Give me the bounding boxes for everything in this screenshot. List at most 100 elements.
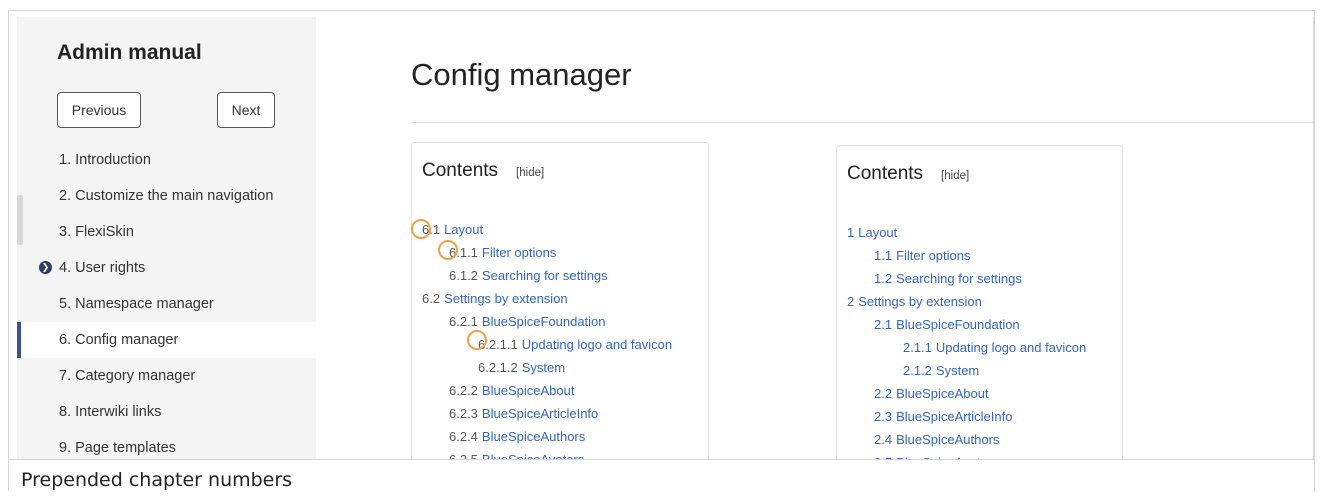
toc-entry[interactable]: 6.1 Layout	[422, 223, 672, 246]
toc-link[interactable]: BlueSpiceFoundation	[896, 317, 1020, 332]
toc-number: 6.1.2	[449, 268, 478, 283]
sidebar-nav-list: 1. Introduction 2. Customize the main na…	[17, 142, 316, 466]
toc-link[interactable]: Filter options	[482, 245, 556, 260]
toc-number: 6.2.1.1	[478, 337, 518, 352]
expand-arrow-icon[interactable]: ❯	[39, 261, 52, 274]
toc-link[interactable]: Settings by extension	[444, 291, 568, 306]
sidebar-item-label: 8. Interwiki links	[59, 404, 162, 420]
sidebar-item-label: 6. Config manager	[59, 332, 179, 348]
toc-entry[interactable]: 2.1.2 System	[847, 364, 1086, 387]
toc-link[interactable]: Filter options	[896, 248, 970, 263]
sidebar-item-user-rights[interactable]: ❯ 4. User rights	[17, 250, 316, 286]
toc-header: Contents [hide]	[847, 163, 969, 185]
toc-link[interactable]: System	[936, 363, 979, 378]
toc-number: 6.2	[422, 291, 441, 306]
sidebar-item-label: 7. Category manager	[59, 368, 196, 384]
toc-number: 6.2.1.2	[478, 360, 518, 375]
toc-entry[interactable]: 1.1 Filter options	[847, 249, 1086, 272]
toc-entry[interactable]: 1.2 Searching for settings	[847, 272, 1086, 295]
toc-entry[interactable]: 1 Layout	[847, 226, 1086, 249]
toc-entry[interactable]: 2.1.1 Updating logo and favicon	[847, 341, 1086, 364]
toc-standard: Contents [hide] 1 Layout 1.1 Filter option…	[836, 145, 1123, 467]
toc-number: 2.1.2	[903, 363, 932, 378]
toc-prepended: Contents [hide] 6.1 Layout 6.1.1 Filter op…	[411, 142, 709, 467]
toc-list: 1 Layout 1.1 Filter options 1.2 Searching f…	[847, 226, 1086, 468]
sidebar: Admin manual Previous Next 1. Introducti…	[17, 17, 316, 467]
sidebar-item-flexiskin[interactable]: 3. FlexiSkin	[17, 214, 316, 250]
toc-entry[interactable]: 6.1.2 Searching for settings	[422, 269, 672, 292]
toc-list: 6.1 Layout 6.1.1 Filter options 6.1.2 Searc…	[422, 223, 672, 467]
toc-link[interactable]: BlueSpiceArticleInfo	[896, 409, 1012, 424]
previous-button[interactable]: Previous	[57, 92, 141, 128]
toc-header: Contents [hide]	[422, 160, 544, 182]
toc-hide-toggle[interactable]: [hide]	[516, 167, 544, 179]
toc-entry[interactable]: 2 Settings by extension	[847, 295, 1086, 318]
screenshot-edge	[1313, 17, 1314, 467]
toc-entry[interactable]: 6.2 Settings by extension	[422, 292, 672, 315]
toc-number: 2.3	[874, 409, 893, 424]
sidebar-item-label: 1. Introduction	[59, 152, 151, 168]
toc-number: 2.2	[874, 386, 893, 401]
toc-entry[interactable]: 6.1.1 Filter options	[422, 246, 672, 269]
toc-link[interactable]: Settings by extension	[858, 294, 982, 309]
toc-number: 2.4	[874, 432, 893, 447]
toc-number: 6.1	[422, 222, 441, 237]
toc-link[interactable]: BlueSpiceAbout	[482, 383, 575, 398]
figure-caption: Prepended chapter numbers	[21, 469, 293, 491]
toc-number: 2.1	[874, 317, 893, 332]
toc-link[interactable]: BlueSpiceArticleInfo	[482, 406, 598, 421]
toc-number: 6.2.2	[449, 383, 478, 398]
sidebar-item-interwiki-links[interactable]: 8. Interwiki links	[17, 394, 316, 430]
toc-link[interactable]: BlueSpiceFoundation	[482, 314, 606, 329]
sidebar-item-category-manager[interactable]: 7. Category manager	[17, 358, 316, 394]
sidebar-item-label: 4. User rights	[59, 260, 146, 276]
toc-link[interactable]: BlueSpiceAuthors	[482, 429, 585, 444]
toc-number: 1.2	[874, 271, 893, 286]
toc-entry[interactable]: 2.4 BlueSpiceAuthors	[847, 433, 1086, 456]
next-button[interactable]: Next	[217, 92, 275, 128]
title-divider	[411, 122, 1314, 123]
toc-entry[interactable]: 6.2.2 BlueSpiceAbout	[422, 384, 672, 407]
toc-number: 1.1	[874, 248, 893, 263]
toc-entry[interactable]: 6.2.4 BlueSpiceAuthors	[422, 430, 672, 453]
toc-entry[interactable]: 6.2.1 BlueSpiceFoundation	[422, 315, 672, 338]
toc-number: 2.1.1	[903, 340, 932, 355]
screenshot: Admin manual Previous Next 1. Introducti…	[9, 17, 1314, 467]
toc-entry[interactable]: 6.2.3 BlueSpiceArticleInfo	[422, 407, 672, 430]
toc-link[interactable]: BlueSpiceAbout	[896, 386, 989, 401]
toc-title: Contents	[847, 163, 924, 184]
caption-area: Prepended chapter numbers	[9, 459, 1314, 491]
toc-link[interactable]: Layout	[858, 225, 897, 240]
toc-entry[interactable]: 6.2.1.2 System	[422, 361, 672, 384]
toc-number: 6.1.1	[449, 245, 478, 260]
toc-number: 6.2.4	[449, 429, 478, 444]
toc-link[interactable]: BlueSpiceAuthors	[896, 432, 999, 447]
sidebar-item-namespace-manager[interactable]: 5. Namespace manager	[17, 286, 316, 322]
sidebar-title: Admin manual	[57, 41, 202, 64]
toc-link[interactable]: Updating logo and favicon	[522, 337, 672, 352]
sidebar-item-customize-navigation[interactable]: 2. Customize the main navigation	[17, 178, 316, 214]
toc-link[interactable]: Searching for settings	[482, 268, 608, 283]
sidebar-item-label: 3. FlexiSkin	[59, 224, 134, 240]
sidebar-item-label: 9. Page templates	[59, 440, 176, 456]
figure-frame: Admin manual Previous Next 1. Introducti…	[8, 10, 1315, 491]
toc-link[interactable]: Layout	[444, 222, 483, 237]
toc-number: 6.2.3	[449, 406, 478, 421]
page-title: Config manager	[411, 57, 632, 92]
toc-link[interactable]: Searching for settings	[896, 271, 1022, 286]
sidebar-item-introduction[interactable]: 1. Introduction	[17, 142, 316, 178]
toc-link[interactable]: Updating logo and favicon	[936, 340, 1086, 355]
sidebar-item-label: 5. Namespace manager	[59, 296, 214, 312]
toc-link[interactable]: System	[522, 360, 565, 375]
toc-entry[interactable]: 6.2.1.1 Updating logo and favicon	[422, 338, 672, 361]
toc-number: 1	[847, 225, 855, 240]
toc-title: Contents	[422, 160, 499, 181]
toc-entry[interactable]: 2.1 BlueSpiceFoundation	[847, 318, 1086, 341]
sidebar-item-label: 2. Customize the main navigation	[59, 188, 274, 204]
toc-number: 2	[847, 294, 855, 309]
toc-hide-toggle[interactable]: [hide]	[941, 170, 969, 182]
toc-number: 6.2.1	[449, 314, 478, 329]
sidebar-item-config-manager[interactable]: 6. Config manager	[17, 322, 316, 358]
toc-entry[interactable]: 2.3 BlueSpiceArticleInfo	[847, 410, 1086, 433]
toc-entry[interactable]: 2.2 BlueSpiceAbout	[847, 387, 1086, 410]
